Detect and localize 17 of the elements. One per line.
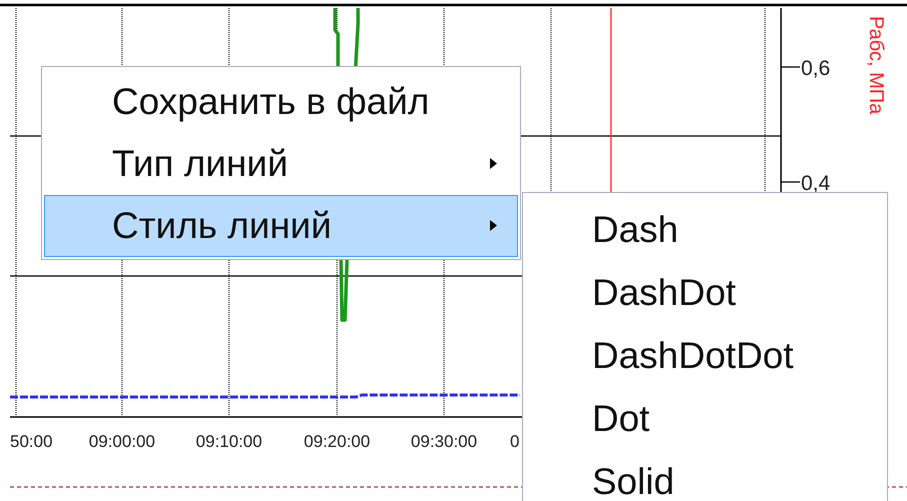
axis-title: Рабс, МПа [866, 16, 886, 114]
menu-item[interactable]: Стиль линий [44, 195, 518, 257]
menu-item[interactable]: Сохранить в файл [44, 71, 518, 133]
menu-item[interactable]: Dash [523, 198, 887, 261]
menu-item[interactable]: Solid [523, 450, 887, 501]
menu-item[interactable]: Тип линий [44, 133, 518, 195]
axis-tick-label: 0 [510, 432, 520, 451]
menu-item[interactable]: DashDot [523, 261, 887, 324]
axis-tick-label: 0,4 [801, 172, 830, 195]
axis-tick-label: 0,6 [801, 57, 830, 80]
axis-tick-label: 09:30:00 [410, 432, 478, 451]
axis-tick-label: 09:10:00 [196, 432, 262, 451]
axis-tick-label: 09:00:00 [88, 432, 156, 451]
axis-tick-label: 09:20:00 [304, 432, 370, 451]
menu-item[interactable]: Dot [523, 387, 887, 450]
axis-tick-label: 50:00 [10, 432, 53, 451]
menu-item[interactable]: DashDotDot [523, 324, 887, 387]
